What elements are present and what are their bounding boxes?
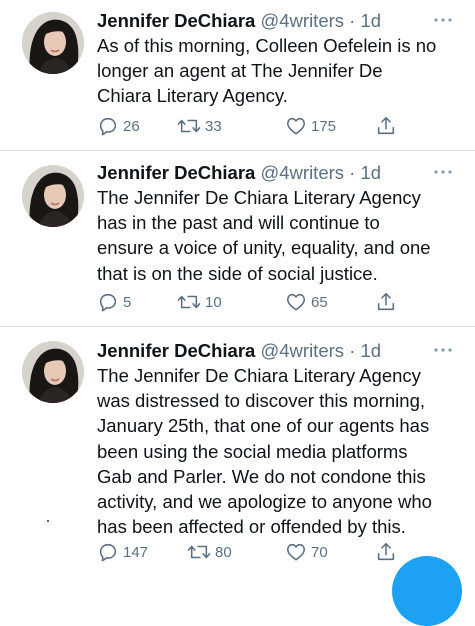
tweet-text-line: been using the social media platforms [97, 440, 408, 462]
reply-count: 26 [123, 117, 140, 135]
author-handle[interactable]: @4writers [260, 10, 344, 31]
tweet-1[interactable]: Jennifer DeChiara @4writers · 1d As of t… [0, 0, 475, 150]
avatar-image [22, 165, 84, 227]
reply-icon [99, 293, 117, 312]
tweet-actions: 26 33 175 [97, 114, 427, 138]
avatar[interactable] [22, 341, 84, 403]
separator: · [344, 10, 361, 31]
dot-artifact [47, 520, 49, 522]
more-icon[interactable] [430, 13, 456, 27]
reply-icon [99, 117, 117, 136]
retweet-count: 33 [205, 117, 222, 135]
tweet-actions: 147 80 70 [97, 540, 427, 564]
tweet-text-line: January 25th, that one of our agents has [97, 415, 430, 437]
tweet-2[interactable]: Jennifer DeChiara @4writers · 1d The Jen… [0, 151, 475, 326]
author-handle[interactable]: @4writers [260, 162, 344, 183]
avatar-image [22, 341, 84, 403]
tweet-text-line: The Jennifer De Chiara Literary Agency [97, 365, 421, 386]
author-name[interactable]: Jennifer DeChiara [97, 162, 255, 183]
share-icon [377, 542, 395, 561]
like-button[interactable]: 175 [285, 114, 336, 138]
tweet-text-line: As of this morning, Colleen Oefelein is … [97, 35, 437, 56]
tweet-text-line: that is on the side of social justice. [97, 262, 378, 284]
retweet-count: 80 [215, 543, 232, 561]
tweet-text-line: ensure a voice of unity, equality, and o… [97, 237, 431, 259]
timestamp[interactable]: 1d [360, 340, 381, 361]
avatar[interactable] [22, 165, 84, 227]
share-icon [377, 116, 395, 135]
avatar-image [22, 12, 84, 74]
retweet-button[interactable]: 80 [187, 540, 232, 564]
share-button[interactable] [375, 540, 397, 564]
more-icon[interactable] [430, 165, 456, 179]
like-icon [286, 117, 306, 135]
tweet-text: As of this morning, Colleen Oefelein is … [97, 33, 462, 109]
retweet-button[interactable]: 33 [177, 114, 222, 138]
share-button[interactable] [375, 114, 397, 138]
reply-button[interactable]: 26 [97, 114, 140, 138]
retweet-count: 10 [205, 293, 222, 311]
reply-icon [99, 543, 117, 562]
tweet-text-line: has been affected or offended by this. [97, 516, 406, 538]
tweet-text-line: longer an agent at The Jennifer De [97, 60, 383, 82]
reply-button[interactable]: 5 [97, 290, 131, 314]
timestamp[interactable]: 1d [360, 10, 381, 31]
more-icon[interactable] [430, 343, 456, 357]
reply-count: 147 [123, 543, 149, 561]
like-icon [286, 543, 306, 561]
reply-count: 5 [123, 293, 132, 311]
author-handle[interactable]: @4writers [260, 340, 344, 361]
tweet-text-line: was distressed to discover this morning, [97, 390, 425, 412]
tweet-header: Jennifer DeChiara @4writers · 1d [97, 9, 381, 33]
like-button[interactable]: 70 [285, 540, 328, 564]
separator: · [344, 340, 361, 361]
tweet-header: Jennifer DeChiara @4writers · 1d [97, 161, 381, 185]
tweet-3[interactable]: Jennifer DeChiara @4writers · 1d The Jen… [0, 327, 475, 577]
retweet-button[interactable]: 10 [177, 290, 222, 314]
author-name[interactable]: Jennifer DeChiara [97, 340, 255, 361]
tweet-actions: 5 10 65 [97, 290, 427, 314]
like-count: 175 [311, 117, 337, 135]
tweet-text-line: Chiara Literary Agency. [97, 85, 288, 107]
separator: · [344, 162, 361, 183]
tweet-text-line: Gab and Parler. We do not condone this [97, 465, 426, 487]
author-name[interactable]: Jennifer DeChiara [97, 10, 255, 31]
tweet-text-line: activity, and we apologize to anyone who [97, 491, 432, 513]
tweet-text-line: has in the past and will continue to [97, 212, 380, 234]
reply-button[interactable]: 147 [97, 540, 148, 564]
retweet-icon [177, 119, 201, 133]
tweet-text-line: The Jennifer De Chiara Literary Agency [97, 187, 421, 208]
timestamp[interactable]: 1d [360, 162, 381, 183]
tweet-text: The Jennifer De Chiara Literary Agency w… [97, 363, 462, 539]
compose-button[interactable] [392, 556, 462, 626]
share-icon [377, 292, 395, 311]
like-icon [286, 293, 306, 311]
like-button[interactable]: 65 [285, 290, 328, 314]
retweet-icon [177, 295, 201, 309]
tweet-header: Jennifer DeChiara @4writers · 1d [97, 339, 381, 363]
tweet-text: The Jennifer De Chiara Literary Agency h… [97, 185, 462, 286]
share-button[interactable] [375, 290, 397, 314]
like-count: 70 [311, 543, 328, 561]
avatar[interactable] [22, 12, 84, 74]
like-count: 65 [311, 293, 328, 311]
retweet-icon [187, 545, 211, 559]
